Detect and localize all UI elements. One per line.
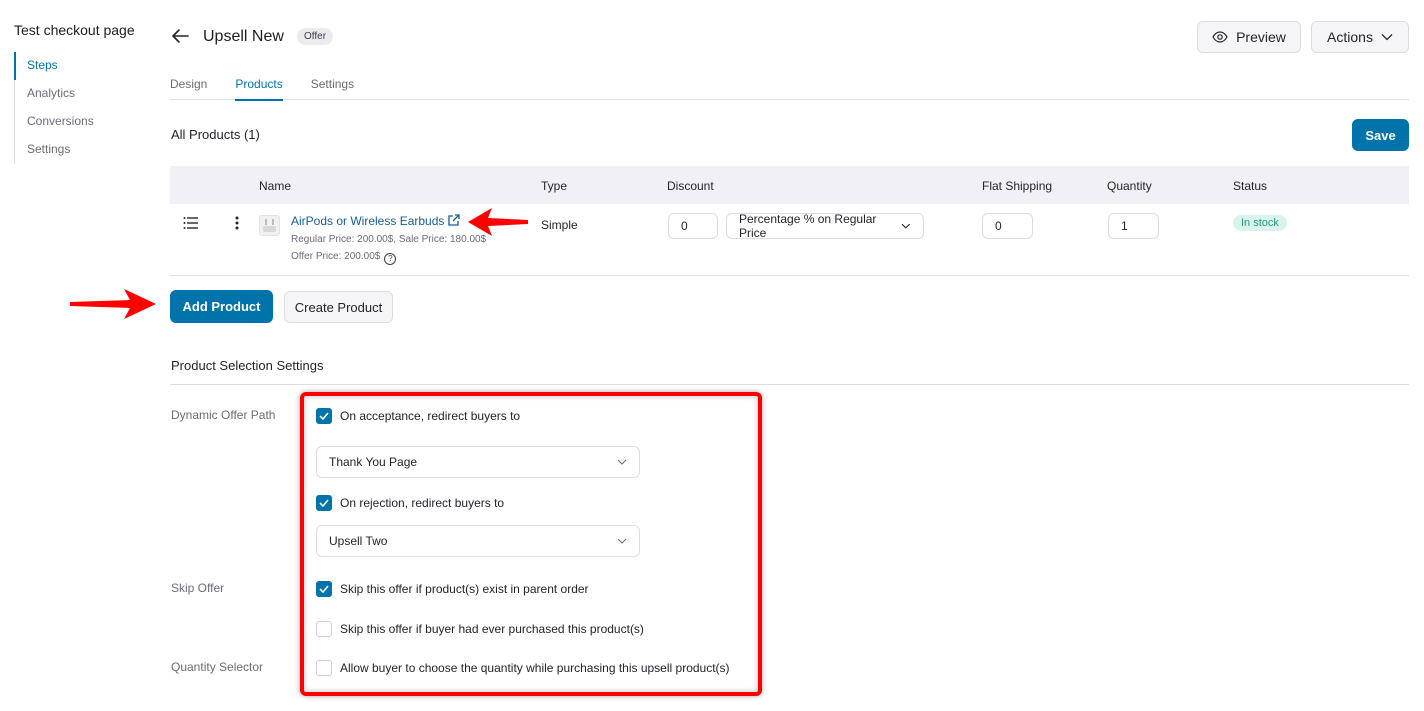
chevron-down-icon (1381, 34, 1393, 41)
allow-quantity-choice-checkbox[interactable]: Allow buyer to choose the quantity while… (316, 660, 730, 676)
eye-icon (1212, 31, 1228, 43)
skip-if-in-parent-order-checkbox[interactable]: Skip this offer if product(s) exist in p… (316, 581, 589, 597)
create-product-button[interactable]: Create Product (284, 291, 393, 323)
check-icon (319, 412, 329, 420)
help-icon[interactable]: ? (384, 252, 397, 265)
page-title: Upsell New (203, 28, 284, 45)
sidebar-item-steps[interactable]: Steps (14, 52, 154, 80)
annotation-arrow-right-icon (70, 289, 156, 319)
chevron-down-icon (617, 459, 627, 465)
dynamic-offer-path-label: Dynamic Offer Path (171, 408, 276, 422)
settings-divider (170, 384, 1409, 385)
earbuds-image-icon (263, 219, 276, 232)
save-button[interactable]: Save (1352, 119, 1409, 151)
product-thumbnail (259, 215, 280, 236)
product-selection-settings-heading: Product Selection Settings (171, 358, 324, 373)
acceptance-redirect-value: Thank You Page (329, 455, 418, 469)
on-rejection-checkbox[interactable]: On rejection, redirect buyers to (316, 495, 504, 511)
preview-button[interactable]: Preview (1197, 21, 1301, 53)
on-acceptance-checkbox[interactable]: On acceptance, redirect buyers to (316, 408, 520, 424)
tab-design[interactable]: Design (170, 73, 207, 100)
checkbox-checked[interactable] (316, 581, 332, 597)
on-rejection-label: On rejection, redirect buyers to (340, 496, 505, 510)
sidebar: Test checkout page Steps Analytics Conve… (14, 22, 154, 164)
external-link-icon[interactable] (447, 214, 460, 227)
sidebar-item-analytics[interactable]: Analytics (15, 80, 154, 108)
actions-label: Actions (1327, 29, 1373, 45)
chevron-down-icon (617, 538, 627, 544)
column-header-flat-shipping: Flat Shipping (982, 179, 1053, 193)
more-options-icon[interactable] (233, 216, 241, 230)
check-icon (319, 585, 329, 593)
quantity-input[interactable]: 1 (1108, 213, 1159, 239)
column-header-discount: Discount (667, 179, 714, 193)
flat-shipping-input[interactable]: 0 (982, 213, 1033, 239)
acceptance-redirect-select[interactable]: Thank You Page (316, 446, 640, 478)
step-type-badge: Offer (297, 28, 334, 45)
column-header-type: Type (541, 179, 568, 193)
funnel-title: Test checkout page (14, 22, 135, 38)
checkbox-unchecked[interactable] (316, 660, 332, 676)
skip-if-purchased-before-checkbox[interactable]: Skip this offer if buyer had ever purcha… (316, 621, 644, 637)
skip-offer-label: Skip Offer (171, 581, 225, 595)
column-header-name: Name (259, 179, 292, 193)
table-header: Name Type Discount Flat Shipping Quantit… (170, 166, 1409, 204)
flat-shipping-value: 0 (995, 219, 1002, 233)
back-arrow-icon[interactable] (170, 26, 190, 46)
chevron-down-icon (901, 223, 911, 229)
offer-price: Offer Price: 200.00$ (291, 251, 381, 262)
rejection-redirect-value: Upsell Two (329, 534, 388, 548)
sidebar-item-settings[interactable]: Settings (15, 136, 154, 164)
rejection-redirect-select[interactable]: Upsell Two (316, 525, 640, 557)
actions-dropdown-button[interactable]: Actions (1311, 21, 1409, 53)
drag-handle-icon[interactable] (183, 216, 199, 230)
step-tabs: Design Products Settings (170, 73, 1409, 101)
sidebar-nav: Steps Analytics Conversions Settings (14, 52, 154, 164)
discount-input[interactable]: 0 (668, 213, 718, 239)
discount-type-value: Percentage % on Regular Price (739, 212, 877, 240)
discount-type-select[interactable]: Percentage % on Regular Price (726, 212, 924, 240)
all-products-heading: All Products (1) (171, 127, 260, 142)
checkbox-checked[interactable] (316, 495, 332, 511)
status-badge: In stock (1233, 215, 1287, 231)
skip-if-in-parent-order-label: Skip this offer if product(s) exist in p… (340, 582, 589, 596)
tab-products[interactable]: Products (235, 73, 284, 101)
column-header-status: Status (1233, 179, 1268, 193)
add-product-button[interactable]: Add Product (170, 290, 273, 323)
product-type: Simple (541, 218, 578, 232)
product-prices: Regular Price: 200.00$, Sale Price: 180.… (291, 234, 487, 245)
quantity-selector-label: Quantity Selector (171, 660, 264, 674)
offer-price-line: Offer Price: 200.00$? (291, 251, 397, 265)
on-acceptance-label: On acceptance, redirect buyers to (340, 409, 521, 423)
tab-settings[interactable]: Settings (311, 73, 354, 100)
checkbox-checked[interactable] (316, 408, 332, 424)
sidebar-item-conversions[interactable]: Conversions (15, 108, 154, 136)
skip-if-purchased-before-label: Skip this offer if buyer had ever purcha… (340, 622, 644, 636)
preview-label: Preview (1236, 29, 1286, 45)
discount-input-value: 0 (681, 219, 688, 233)
product-name-link[interactable]: AirPods or Wireless Earbuds (291, 214, 444, 228)
quantity-value: 1 (1121, 219, 1128, 233)
checkbox-unchecked[interactable] (316, 621, 332, 637)
allow-quantity-choice-label: Allow buyer to choose the quantity while… (340, 661, 730, 675)
check-icon (319, 499, 329, 507)
column-header-quantity: Quantity (1107, 179, 1152, 193)
